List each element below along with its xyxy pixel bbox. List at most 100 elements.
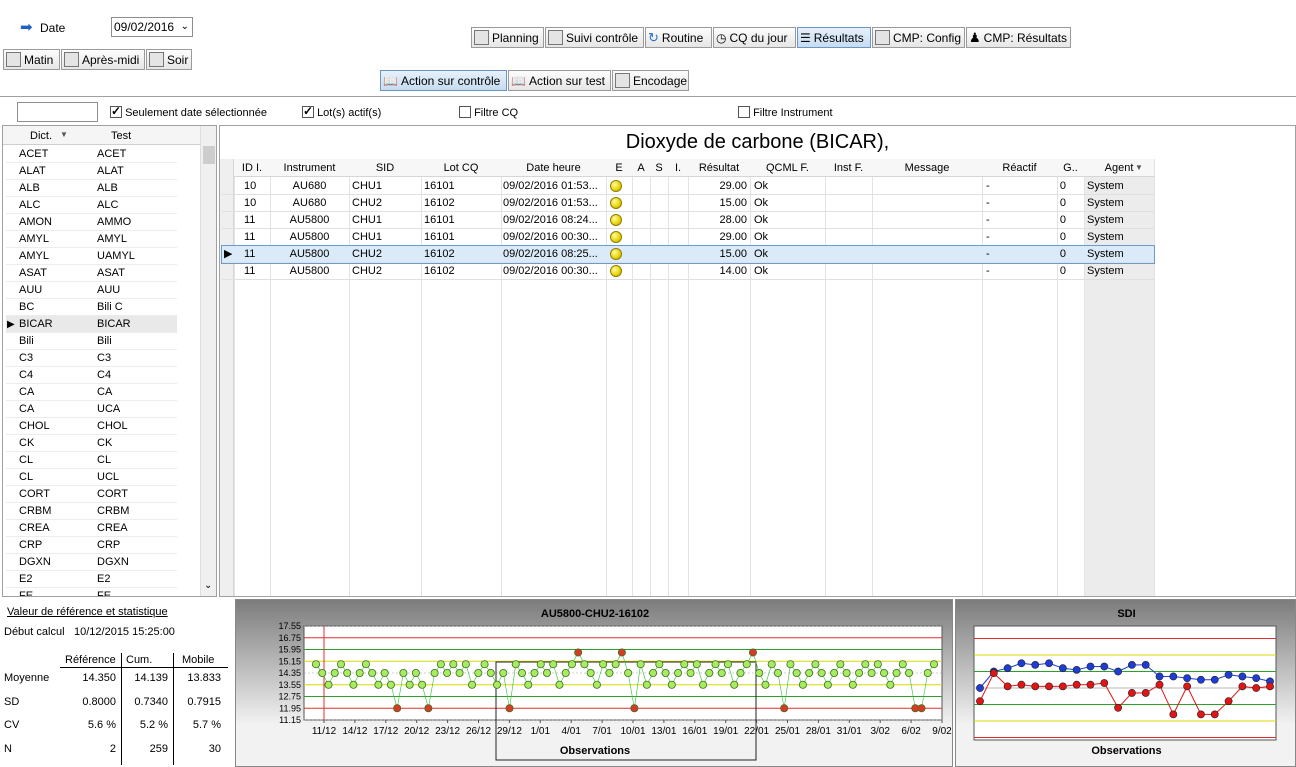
- column-header[interactable]: S: [650, 159, 668, 177]
- test-code: DGXN: [97, 556, 129, 568]
- table-cell: 11: [244, 231, 256, 243]
- tab-suivi-controle[interactable]: Suivi contrôle: [545, 27, 644, 48]
- column-header[interactable]: I.: [668, 159, 688, 177]
- shift-apres-midi-button[interactable]: Après-midi: [61, 49, 145, 70]
- sdi-point: [1224, 697, 1233, 706]
- dict-row[interactable]: AUU AUU: [6, 282, 177, 299]
- dict-row[interactable]: CREA CREA: [6, 520, 177, 537]
- test-code: ALC: [97, 199, 119, 211]
- column-header[interactable]: Résultat: [688, 159, 750, 177]
- reactif-cell: -: [986, 180, 990, 192]
- dict-row[interactable]: ALAT ALAT: [6, 163, 177, 180]
- table-row[interactable]: 10 AU680 CHU1 16101 09/02/2016 01:53... 29.00…: [222, 178, 1154, 195]
- sort-desc-icon: ▼: [60, 130, 68, 139]
- table-row[interactable]: 11 AU5800 CHU1 16101 09/02/2016 00:30... 29.0…: [222, 229, 1154, 246]
- dict-row[interactable]: ALB ALB: [6, 180, 177, 197]
- tab-cq-du-jour[interactable]: ◷ CQ du jour: [713, 27, 796, 48]
- tab-cmp-config[interactable]: CMP: Config: [872, 27, 965, 48]
- tab-routine[interactable]: ↻ Routine: [645, 27, 712, 48]
- sdi-point: [1266, 682, 1274, 691]
- scroll-thumb[interactable]: [203, 146, 215, 164]
- column-header[interactable]: Réactif: [982, 159, 1057, 177]
- dict-row[interactable]: FE FE: [6, 588, 177, 596]
- grid-column-line: [1154, 159, 1155, 596]
- data-point: [873, 660, 882, 669]
- column-header[interactable]: Inst F.: [825, 159, 872, 177]
- table-cell: 11: [244, 214, 256, 226]
- dict-row[interactable]: CL UCL: [6, 469, 177, 486]
- data-point: [542, 669, 551, 678]
- dict-row[interactable]: CK CK: [6, 435, 177, 452]
- dict-row[interactable]: DGXN DGXN: [6, 554, 177, 571]
- cq-filter-checkbox[interactable]: Filtre CQ: [459, 106, 518, 119]
- tab-action-sur-controle[interactable]: 📖 Action sur contrôle: [380, 70, 507, 91]
- dict-row[interactable]: E2 E2: [6, 571, 177, 588]
- dict-row[interactable]: ACET ACET: [6, 146, 177, 163]
- dict-row[interactable]: AMYL AMYL: [6, 231, 177, 248]
- dict-row[interactable]: CA CA: [6, 384, 177, 401]
- tab-resultats[interactable]: ☰ Résultats: [797, 27, 871, 48]
- dict-row[interactable]: Bili Bili: [6, 333, 177, 350]
- dict-row[interactable]: ALC ALC: [6, 197, 177, 214]
- search-input[interactable]: [17, 102, 98, 122]
- data-point: [642, 680, 651, 689]
- data-point: [461, 660, 470, 669]
- table-row[interactable]: 11 AU5800 CHU1 16101 09/02/2016 08:24... 28.0…: [222, 212, 1154, 229]
- dict-row[interactable]: C4 C4: [6, 367, 177, 384]
- column-header[interactable]: Agent: [1084, 159, 1154, 177]
- dict-column-header[interactable]: Dict.: [30, 130, 52, 142]
- dict-row[interactable]: BC Bili C: [6, 299, 177, 316]
- tab-action-sur-test[interactable]: 📖 Action sur test: [508, 70, 611, 91]
- dict-scrollbar[interactable]: ⌄: [200, 126, 216, 596]
- dict-row[interactable]: CORT CORT: [6, 486, 177, 503]
- dict-row[interactable]: CRP CRP: [6, 537, 177, 554]
- test-code: CL: [97, 454, 112, 466]
- column-header[interactable]: G..: [1057, 159, 1084, 177]
- dict-row[interactable]: CA UCA: [6, 401, 177, 418]
- table-row[interactable]: 10 AU680 CHU2 16102 09/02/2016 01:53... 15.00…: [222, 195, 1154, 212]
- column-header[interactable]: ID I.: [234, 159, 270, 177]
- dict-row[interactable]: ASAT ASAT: [6, 265, 177, 282]
- active-lots-checkbox[interactable]: Lot(s) actif(s): [302, 104, 381, 119]
- dict-row[interactable]: AMON AMMO: [6, 214, 177, 231]
- dict-row[interactable]: C3 C3: [6, 350, 177, 367]
- column-header[interactable]: Date heure: [501, 159, 606, 177]
- status-led-icon: [610, 248, 622, 260]
- instrument-filter-checkbox[interactable]: Filtre Instrument: [738, 106, 833, 119]
- tab-encodage[interactable]: Encodage: [612, 70, 689, 91]
- test-column-header[interactable]: Test: [111, 130, 131, 142]
- scroll-down-icon[interactable]: ⌄: [204, 580, 212, 591]
- dict-row[interactable]: AMYL UAMYL: [6, 248, 177, 265]
- column-header[interactable]: SID: [349, 159, 421, 177]
- tab-planning[interactable]: Planning: [471, 27, 544, 48]
- shift-matin-button[interactable]: Matin: [3, 49, 60, 70]
- column-header[interactable]: Message: [872, 159, 982, 177]
- shift-soir-button[interactable]: Soir: [146, 49, 192, 70]
- table-row[interactable]: ▶ 11 AU5800 CHU2 16102 09/02/2016 08:25... 15.…: [221, 245, 1155, 264]
- sdi-point: [1155, 680, 1164, 689]
- test-code: ACET: [97, 148, 127, 160]
- checkbox-unchecked[interactable]: [738, 106, 750, 118]
- column-header[interactable]: QCML F.: [750, 159, 825, 177]
- checkbox-unchecked[interactable]: [459, 106, 471, 118]
- column-header[interactable]: Instrument: [270, 159, 349, 177]
- dict-row[interactable]: CHOL CHOL: [6, 418, 177, 435]
- column-header[interactable]: A: [632, 159, 650, 177]
- dict-row[interactable]: CL CL: [6, 452, 177, 469]
- only-selected-date-checkbox[interactable]: Seulement date sélectionnée: [110, 104, 267, 119]
- sdi-point: [1100, 662, 1109, 671]
- date-picker[interactable]: 09/02/2016 ⌄: [111, 17, 193, 37]
- column-header[interactable]: Lot CQ: [421, 159, 501, 177]
- test-code: CREA: [97, 522, 128, 534]
- data-point: [624, 669, 633, 678]
- checkbox-checked[interactable]: [110, 104, 122, 118]
- table-row[interactable]: 11 AU5800 CHU2 16102 09/02/2016 00:30... 14.0…: [222, 263, 1154, 280]
- dict-row[interactable]: ▶ BICAR BICAR: [6, 316, 177, 333]
- column-header[interactable]: E: [606, 159, 632, 177]
- tab-cmp-resultats[interactable]: ♟ CMP: Résultats: [966, 27, 1071, 48]
- dict-row[interactable]: CRBM CRBM: [6, 503, 177, 520]
- dict-code: CK: [19, 437, 35, 449]
- chevron-down-icon[interactable]: ⌄: [181, 18, 189, 36]
- checkbox-checked[interactable]: [302, 104, 314, 118]
- x-tick-label: 6/02: [901, 726, 921, 737]
